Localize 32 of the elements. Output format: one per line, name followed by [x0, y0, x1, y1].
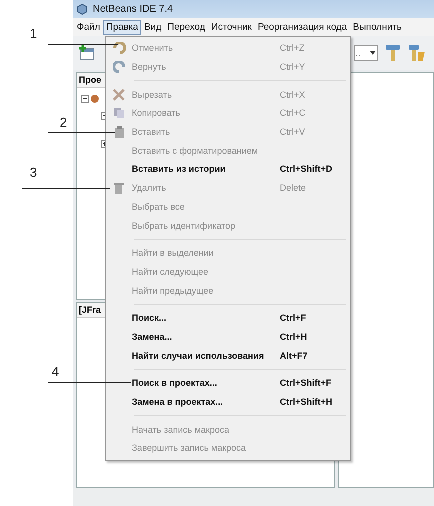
hammer-icon[interactable] [385, 44, 401, 62]
window-title: NetBeans IDE 7.4 [93, 4, 174, 14]
leader-line [48, 44, 118, 45]
new-project-icon[interactable] [79, 45, 95, 61]
menu-item[interactable]: Реорганизация кода [254, 20, 350, 34]
app-icon [77, 4, 88, 14]
leader-line [48, 132, 115, 133]
menu-item[interactable]: Выполнить [350, 20, 405, 34]
undo-icon [112, 42, 126, 54]
copy-icon [113, 107, 125, 120]
callout-number: 1 [30, 26, 38, 41]
menu-option[interactable]: Поиск в проектах... Ctrl+Shift+F [106, 374, 350, 393]
callout-number: 3 [30, 165, 38, 180]
menu-item[interactable]: Файл [74, 20, 104, 34]
menu-item[interactable]: Вид [141, 20, 165, 34]
trash-icon [114, 182, 124, 194]
config-dropdown[interactable]: .. [354, 45, 378, 61]
menu-item[interactable]: Источник [208, 20, 255, 34]
menu-option[interactable]: Замена... Ctrl+H [106, 328, 350, 346]
menu-option[interactable]: Вставить из истории Ctrl+Shift+D [106, 160, 350, 179]
cut-icon [113, 88, 125, 101]
redo-icon [112, 61, 126, 74]
menu-item[interactable]: Переход [164, 20, 208, 34]
menu-option[interactable]: Замена в проектах... Ctrl+Shift+H [106, 392, 350, 412]
menu-option[interactable]: Найти случаи использования Alt+F7 [106, 346, 350, 365]
paste-icon [114, 126, 124, 138]
caret-icon [370, 51, 376, 55]
menu-item[interactable]: Правка [103, 20, 142, 34]
callout-number: 4 [52, 364, 60, 379]
callout-number: 2 [60, 115, 68, 130]
menu-option[interactable]: Поиск... Ctrl+F [106, 308, 350, 328]
hammer-broom-icon[interactable] [408, 44, 426, 62]
